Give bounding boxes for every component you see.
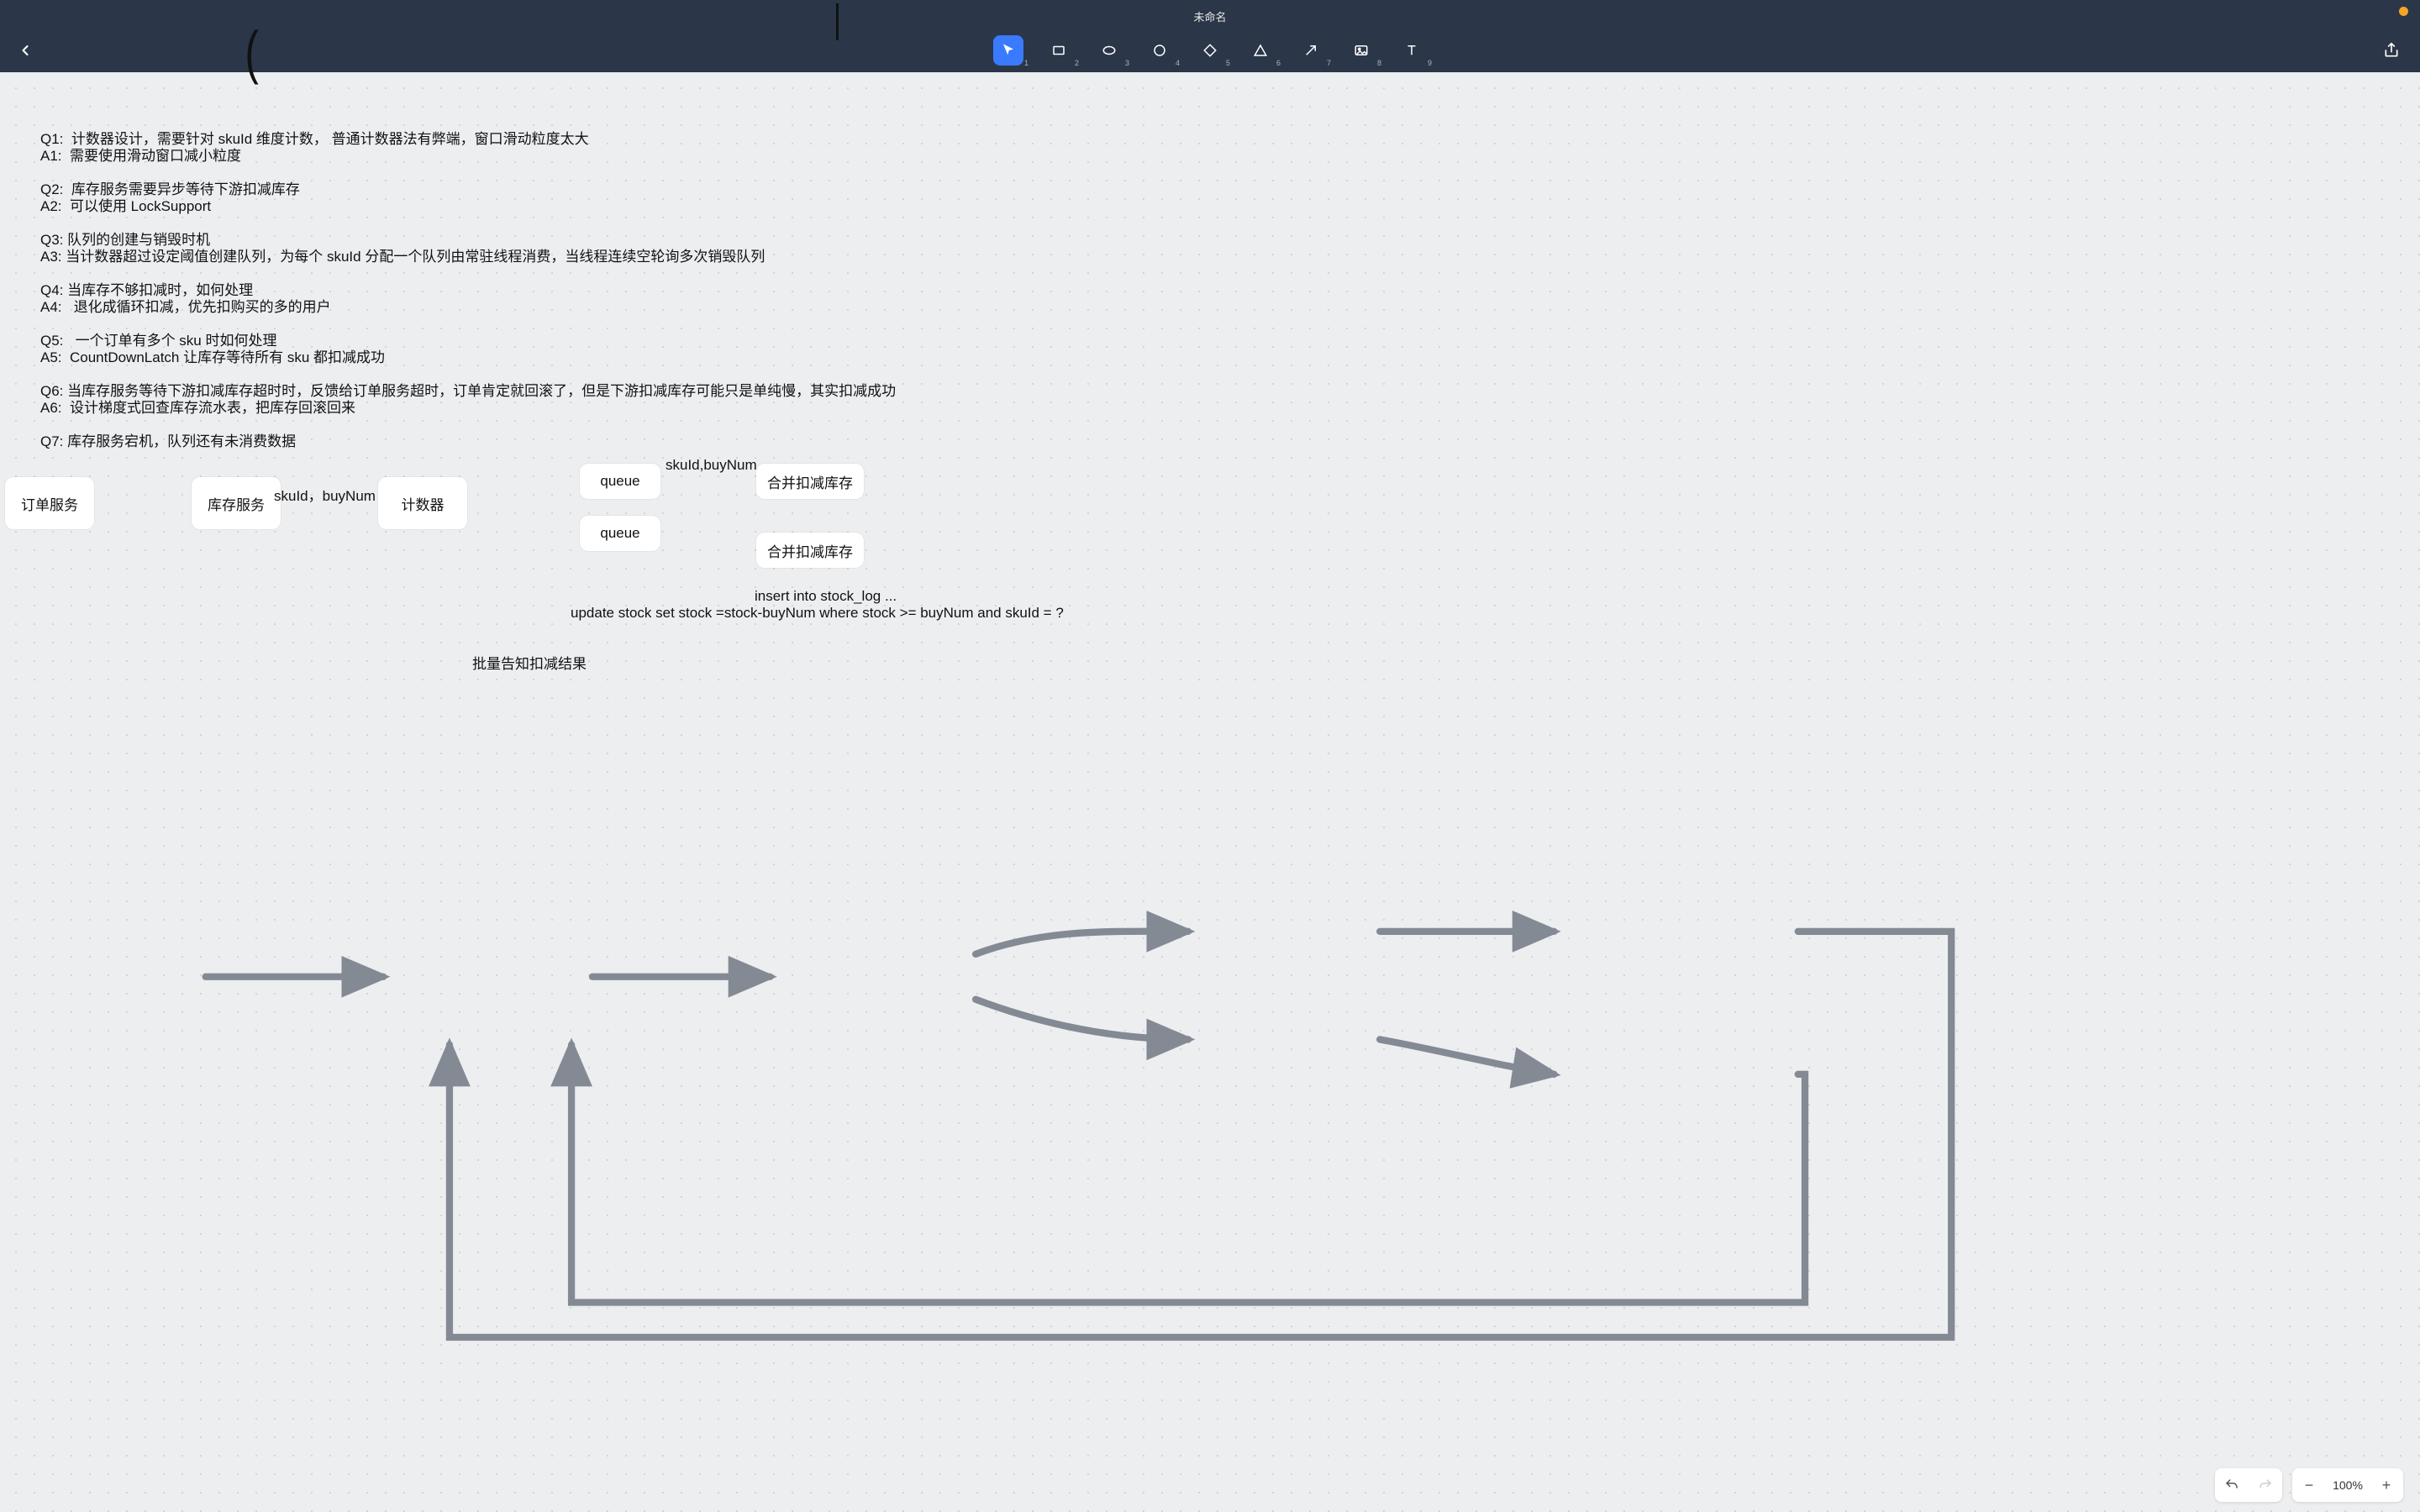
image-icon <box>1354 43 1369 58</box>
ellipse-icon <box>1102 43 1117 58</box>
tool-shortcut: 6 <box>1276 59 1281 67</box>
zoom-out-button[interactable]: − <box>2292 1468 2326 1502</box>
edge-label-batch-result[interactable]: 批量告知扣减结果 <box>472 652 587 673</box>
footer-controls: − 100% + <box>2215 1468 2403 1502</box>
tool-ellipse[interactable]: 3 <box>1094 35 1124 66</box>
tool-image[interactable]: 8 <box>1346 35 1376 66</box>
qa-line: Q3: 队列的创建与销毁时机 <box>40 232 210 248</box>
app-header: 未命名 1 2 3 4 5 6 7 <box>0 0 2420 72</box>
node-queue-2[interactable]: queue <box>580 516 660 551</box>
redo-button[interactable] <box>2249 1468 2282 1502</box>
qa-line: Q2: 库存服务需要异步等待下游扣减库存 <box>40 181 300 197</box>
sql-label-2[interactable]: update stock set stock =stock-buyNum whe… <box>571 605 1064 622</box>
redo-icon <box>2258 1478 2273 1493</box>
share-button[interactable] <box>2383 42 2400 63</box>
zoom-panel: − 100% + <box>2292 1468 2403 1502</box>
edge-label-sku-buynum-2[interactable]: skuId,buyNum <box>666 457 757 474</box>
tool-triangle[interactable]: 6 <box>1245 35 1276 66</box>
text-icon <box>1404 43 1419 58</box>
tool-shortcut: 9 <box>1428 59 1432 67</box>
qa-line: A1: 需要使用滑动窗口减小粒度 <box>40 148 241 164</box>
zoom-in-button[interactable]: + <box>2370 1468 2403 1502</box>
tool-arrow[interactable]: 7 <box>1296 35 1326 66</box>
toolbar: 1 2 3 4 5 6 7 8 <box>993 35 1427 66</box>
node-counter[interactable]: 计数器 <box>378 477 467 529</box>
sql-label-1[interactable]: insert into stock_log ... <box>755 588 897 605</box>
arrow-icon <box>1303 43 1318 58</box>
tool-diamond[interactable]: 5 <box>1195 35 1225 66</box>
qa-line: A6: 设计梯度式回查库存流水表，把库存回滚回来 <box>40 400 355 416</box>
node-order-service[interactable]: 订单服务 <box>5 477 94 529</box>
zoom-value[interactable]: 100% <box>2326 1478 2370 1492</box>
tool-shortcut: 2 <box>1075 59 1079 67</box>
tool-circle[interactable]: 4 <box>1144 35 1175 66</box>
document-title: 未命名 <box>1193 8 1226 24</box>
qa-line: Q6: 当库存服务等待下游扣减库存超时时，反馈给订单服务超时，订单肯定就回滚了，… <box>40 383 896 399</box>
qa-line: A5: CountDownLatch 让库存等待所有 sku 都扣减成功 <box>40 349 385 365</box>
canvas[interactable]: Q1: 计数器设计，需要针对 skuId 维度计数， 普通计数器法有弊端，窗口滑… <box>0 72 2420 1512</box>
triangle-icon <box>1253 43 1268 58</box>
qa-line: Q1: 计数器设计，需要针对 skuId 维度计数， 普通计数器法有弊端，窗口滑… <box>40 131 589 147</box>
history-panel <box>2215 1468 2282 1502</box>
chevron-left-icon <box>17 42 34 59</box>
edge-label-sku-buynum-1[interactable]: skuId，buyNum <box>274 484 376 505</box>
tool-shortcut: 5 <box>1226 59 1230 67</box>
circle-icon <box>1152 43 1167 58</box>
window-minimize-dot[interactable] <box>2399 7 2408 16</box>
tool-text[interactable]: 9 <box>1397 35 1427 66</box>
tool-shortcut: 4 <box>1176 59 1180 67</box>
undo-button[interactable] <box>2215 1468 2249 1502</box>
tool-rectangle[interactable]: 2 <box>1044 35 1074 66</box>
node-merge-1[interactable]: 合并扣减库存 <box>756 464 864 499</box>
tool-shortcut: 3 <box>1125 59 1129 67</box>
qa-line: A2: 可以使用 LockSupport <box>40 198 211 214</box>
qa-line: A4: 退化成循环扣减，优先扣购买的多的用户 <box>40 299 331 315</box>
qa-text-block[interactable]: Q1: 计数器设计，需要针对 skuId 维度计数， 普通计数器法有弊端，窗口滑… <box>40 131 896 450</box>
node-stock-service[interactable]: 库存服务 <box>192 477 281 529</box>
node-queue-1[interactable]: queue <box>580 464 660 499</box>
tool-shortcut: 8 <box>1377 59 1381 67</box>
tool-shortcut: 7 <box>1327 59 1331 67</box>
back-button[interactable] <box>17 42 34 63</box>
tool-select[interactable]: 1 <box>993 35 1023 66</box>
undo-icon <box>2224 1478 2239 1493</box>
cursor-icon <box>1001 43 1016 58</box>
qa-line: A3: 当计数器超过设定阈值创建队列，为每个 skuId 分配一个队列由常驻线程… <box>40 249 765 265</box>
diamond-icon <box>1202 43 1218 58</box>
node-merge-2[interactable]: 合并扣减库存 <box>756 533 864 568</box>
qa-line: Q7: 库存服务宕机，队列还有未消费数据 <box>40 433 296 449</box>
rectangle-icon <box>1051 43 1066 58</box>
share-icon <box>2383 42 2400 59</box>
qa-line: Q5: 一个订单有多个 sku 时如何处理 <box>40 333 276 349</box>
tool-shortcut: 1 <box>1024 59 1028 67</box>
qa-line: Q4: 当库存不够扣减时，如何处理 <box>40 282 253 298</box>
